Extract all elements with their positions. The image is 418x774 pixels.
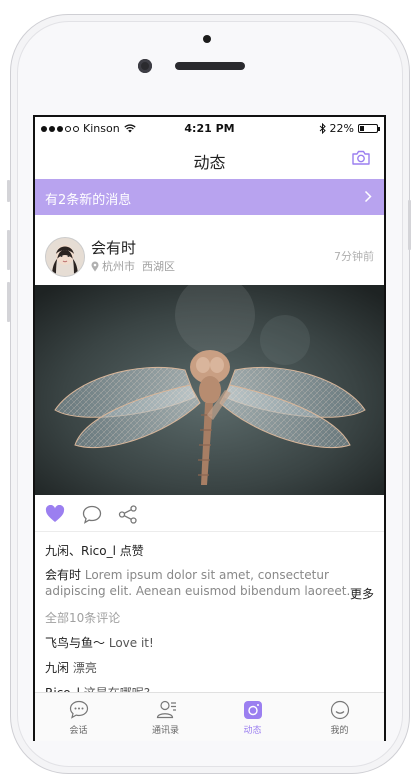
tab-contacts-label: 通讯录 [151,726,179,736]
tab-chats[interactable]: 会话 [35,693,122,741]
status-right: 22% [319,122,380,135]
status-bar: Kinson 4:21 PM 22% [35,117,384,139]
battery-icon [358,124,380,133]
post-location: 杭州市 西湖区 [91,258,175,274]
share-icon[interactable] [118,505,138,524]
likes-summary: 九闲、Rico_l 点赞 [45,544,144,558]
contacts-icon [156,700,176,719]
comment-text: Love it! [108,636,154,650]
post-author[interactable]: 会有时 [91,237,136,258]
volume-up-button [7,230,10,270]
tab-moments-label: 动态 [243,726,262,736]
comment-author[interactable]: 飞鸟与鱼～ [45,636,105,650]
avatar-photo [46,238,84,276]
bluetooth-icon [319,123,326,134]
post-content: 会有时 Lorem ipsum dolor sit amet, consecte… [45,567,375,599]
heart-icon[interactable] [45,505,65,523]
tab-bar: 会话 通讯录 动态 我的 [35,692,384,741]
smiley-icon [330,700,350,720]
post-district: 西湖区 [142,260,175,273]
chat-bubble-icon [69,700,89,719]
post-header: 会有时 杭州市 西湖区 7分钟前 [35,225,384,281]
chevron-right-icon [364,190,372,203]
more-link[interactable]: 更多 [350,585,374,602]
comment-item: 飞鸟与鱼～ Love it! [45,634,154,651]
post-actions [35,497,384,532]
avatar[interactable] [45,237,85,277]
power-button [408,200,411,250]
content-text: Lorem ipsum dolor sit amet, consectetur … [45,568,351,598]
banner-text: 有2条新的消息 [45,193,132,208]
volume-down-button [7,282,10,322]
location-pin-icon [91,261,99,271]
moments-icon [244,701,262,719]
page-title: 动态 [193,153,226,172]
dragonfly-photo [35,285,384,495]
tab-chats-label: 会话 [69,726,88,736]
tab-moments[interactable]: 动态 [209,693,296,741]
all-comments-link[interactable]: 全部10条评论 [45,609,120,626]
new-messages-banner[interactable]: 有2条新的消息 [35,179,384,215]
camera-icon[interactable] [352,150,370,165]
content-author[interactable]: 会有时 [45,568,81,582]
post-city: 杭州市 [102,260,135,273]
front-sensor [203,35,211,43]
battery-percent: 22% [329,122,354,135]
tab-me[interactable]: 我的 [296,693,383,741]
comment-author[interactable]: 九闲 [45,661,69,675]
tab-contacts[interactable]: 通讯录 [122,693,209,741]
front-camera-lens [138,59,152,73]
post-photo[interactable] [35,285,384,495]
tab-me-label: 我的 [330,726,349,736]
nav-bar: 动态 [35,139,384,180]
post-time: 7分钟前 [334,250,374,263]
battery-level [360,126,364,131]
mute-switch [7,180,10,202]
comment-text: 漂亮 [72,661,97,675]
comment-bubble-icon[interactable] [82,505,102,524]
earpiece-speaker [175,62,245,70]
app-screen: Kinson 4:21 PM 22% 动态 有2条新的消息 会有时 杭州市 西湖… [33,115,386,741]
comment-item: 九闲 漂亮 [45,659,97,676]
